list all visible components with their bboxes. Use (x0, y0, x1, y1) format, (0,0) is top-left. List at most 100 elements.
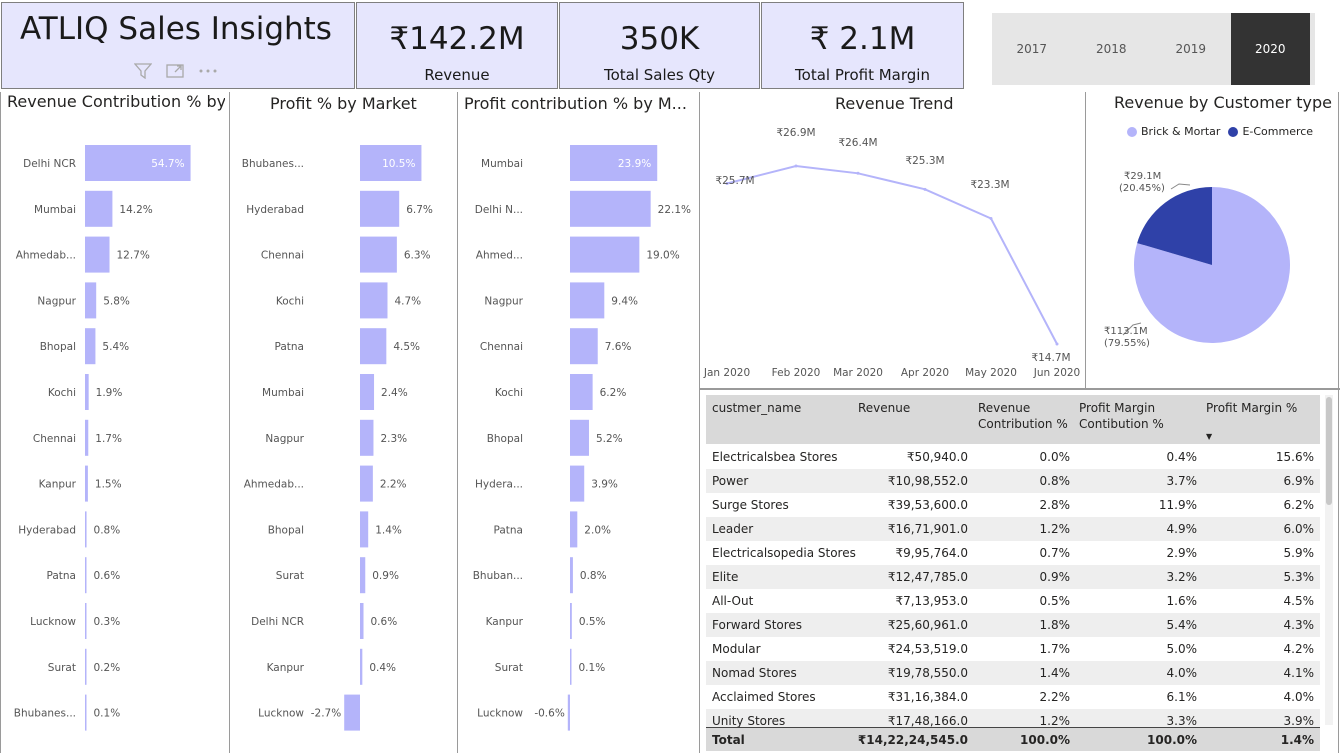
cell-customer: Nomad Stores (712, 666, 797, 680)
category-label: Patna (46, 570, 76, 582)
category-label: Bhuban... (473, 570, 523, 582)
bar[interactable] (360, 648, 363, 685)
bar[interactable] (570, 236, 640, 273)
bar[interactable] (570, 190, 651, 227)
table-row[interactable]: Electricalsbea Stores ₹50,940.0 0.0% 0.4% 15… (706, 445, 1320, 469)
bar[interactable] (85, 511, 87, 548)
bar[interactable] (360, 465, 373, 502)
data-label: ₹26.4M (838, 137, 877, 149)
bar[interactable] (360, 190, 400, 227)
trend-point[interactable] (923, 187, 927, 191)
bar[interactable] (360, 511, 369, 548)
bar[interactable] (360, 236, 397, 273)
bar[interactable] (570, 465, 585, 502)
cell-profit-margin-pct: 15.6% (1275, 450, 1314, 464)
bar[interactable] (85, 190, 113, 227)
title-card: ATLIQ Sales Insights (1, 2, 355, 89)
sort-descending-icon[interactable]: ▼ (1206, 432, 1212, 441)
more-options-icon[interactable] (198, 63, 218, 83)
cell-profit-margin-contribution: 6.1% (1166, 690, 1198, 704)
bar[interactable] (344, 694, 360, 731)
category-label: Patna (274, 341, 304, 353)
data-label: 0.1% (94, 708, 121, 720)
filter-icon[interactable] (133, 63, 153, 83)
cell-profit-margin-contribution: 1.6% (1166, 594, 1198, 608)
table-row[interactable]: Power ₹10,98,552.0 0.8% 3.7% 6.9% (706, 469, 1320, 493)
table-row[interactable]: Nomad Stores ₹19,78,550.0 1.4% 4.0% 4.1% (706, 661, 1320, 685)
cell-revenue-contribution: 2.2% (1039, 690, 1071, 704)
table-row[interactable]: All-Out ₹7,13,953.0 0.5% 1.6% 4.5% (706, 589, 1320, 613)
bar[interactable] (85, 236, 110, 273)
bar[interactable] (570, 282, 605, 319)
cell-revenue: ₹7,13,953.0 (895, 594, 968, 608)
col-header-revenue[interactable]: Revenue (858, 400, 968, 416)
year-button-2019[interactable]: 2019 (1151, 13, 1231, 85)
category-label: Chennai (33, 433, 76, 445)
bar[interactable] (570, 374, 593, 410)
bar[interactable] (85, 694, 87, 731)
year-button-2020[interactable]: 2020 (1230, 13, 1310, 85)
col-header-profit-margin-pct[interactable]: Profit Margin % (1206, 400, 1316, 416)
cell-profit-margin-contribution: 2.9% (1166, 546, 1198, 560)
cell-customer: All-Out (712, 594, 754, 608)
trend-point[interactable] (1055, 342, 1059, 346)
table-row[interactable]: Leader ₹16,71,901.0 1.2% 4.9% 6.0% (706, 517, 1320, 541)
bar[interactable] (85, 557, 87, 594)
bar[interactable] (85, 328, 96, 365)
data-label: 2.3% (380, 433, 407, 445)
data-label: 22.1% (658, 204, 691, 216)
table-row[interactable]: Modular ₹24,53,519.0 1.7% 5.0% 4.2% (706, 637, 1320, 661)
divider (700, 388, 1340, 390)
data-label: 2.2% (380, 479, 407, 491)
bar[interactable] (570, 328, 598, 365)
year-button-2017[interactable]: 2017 (992, 13, 1072, 85)
category-label: Kochi (495, 387, 523, 399)
x-tick-label: Jan 2020 (703, 367, 750, 379)
category-label: Lucknow (30, 616, 76, 628)
trend-point[interactable] (989, 217, 993, 221)
bar[interactable] (360, 603, 364, 639)
bar[interactable] (570, 557, 573, 594)
trend-point[interactable] (856, 171, 860, 175)
bar[interactable] (85, 603, 87, 639)
bar[interactable] (570, 648, 572, 685)
cell-revenue: ₹19,78,550.0 (887, 666, 968, 680)
col-header-profit-margin-contribution[interactable]: Profit Margin Contibution % (1079, 400, 1199, 432)
bar[interactable] (567, 694, 570, 731)
category-label: Bhubanes... (242, 158, 304, 170)
bar[interactable] (570, 419, 589, 456)
cell-revenue: ₹12,47,785.0 (887, 570, 968, 584)
bar[interactable] (360, 374, 375, 410)
year-button-2018[interactable]: 2018 (1072, 13, 1152, 85)
bar[interactable] (85, 419, 89, 456)
bar[interactable] (85, 374, 89, 410)
table-row[interactable]: Electricalsopedia Stores ₹9,95,764.0 0.7% 2… (706, 541, 1320, 565)
bar[interactable] (360, 419, 374, 456)
table-row[interactable]: Acclaimed Stores ₹31,16,384.0 2.2% 6.1% 4.0% (706, 685, 1320, 709)
cell-profit-margin-contribution: 5.0% (1166, 642, 1198, 656)
category-label: Surat (276, 570, 304, 582)
trend-line[interactable] (726, 164, 1058, 345)
table-row[interactable]: Surge Stores ₹39,53,600.0 2.8% 11.9% 6.2% (706, 493, 1320, 517)
focus-mode-icon[interactable] (166, 63, 184, 83)
bar[interactable] (85, 282, 97, 319)
bar[interactable] (570, 603, 572, 639)
kpi-sales-qty-card: 350K Total Sales Qty (559, 2, 760, 89)
cell-revenue-contribution: 1.2% (1039, 714, 1071, 728)
data-label: 0.8% (580, 570, 607, 582)
pie-label-ecommerce-value: ₹29.1M (1124, 171, 1161, 182)
kpi-revenue-label: Revenue (424, 66, 490, 84)
bar[interactable] (360, 557, 366, 594)
bar[interactable] (360, 328, 387, 365)
bar[interactable] (570, 511, 578, 548)
table-row[interactable]: Elite ₹12,47,785.0 0.9% 3.2% 5.3% (706, 565, 1320, 589)
bar[interactable] (85, 648, 87, 685)
col-header-revenue-contribution[interactable]: Revenue Contribution % (978, 400, 1074, 432)
cell-profit-margin-pct: 5.9% (1283, 546, 1315, 560)
trend-point[interactable] (794, 164, 798, 168)
bar[interactable] (85, 465, 88, 502)
bar[interactable] (360, 282, 388, 319)
table-row[interactable]: Forward Stores ₹25,60,961.0 1.8% 5.4% 4.3% (706, 613, 1320, 637)
col-header-customer[interactable]: custmer_name (712, 400, 852, 416)
table-scrollbar-thumb[interactable] (1326, 397, 1332, 505)
